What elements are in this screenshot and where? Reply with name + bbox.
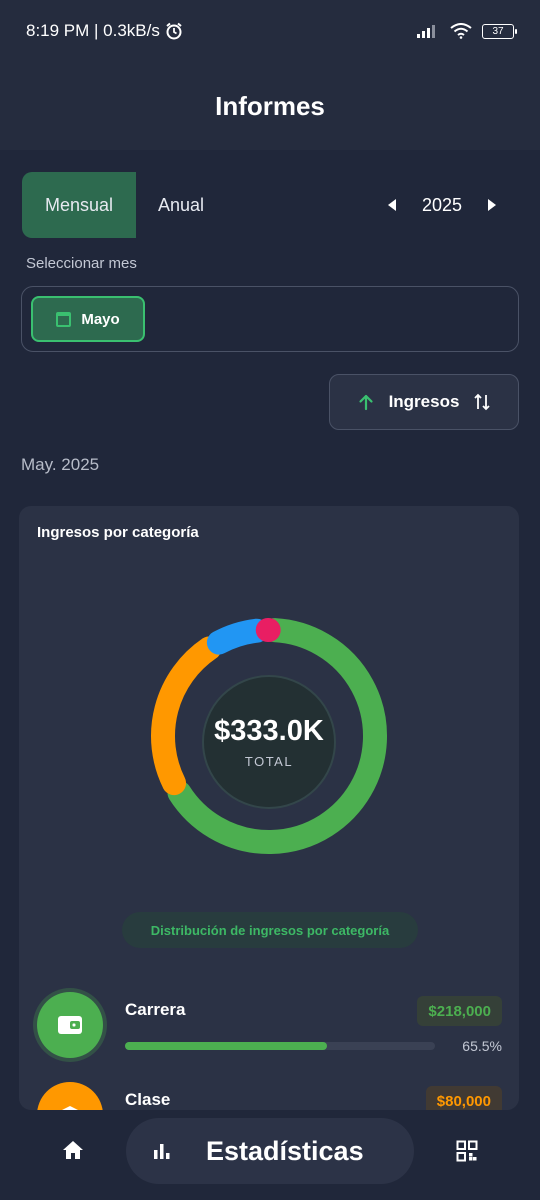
tab-annual[interactable]: Anual: [136, 172, 226, 238]
status-bar: 8:19 PM | 0.3kB/s 37: [0, 0, 540, 62]
nav-statistics[interactable]: Estadísticas: [126, 1118, 414, 1184]
category-name: Carrera: [125, 1000, 186, 1019]
donut-segment: [206, 618, 269, 655]
month-selector: Mayo: [21, 286, 519, 352]
month-chip-label: Mayo: [81, 310, 120, 328]
wifi-icon: [450, 23, 472, 39]
period-segment: Mensual Anual: [22, 172, 226, 238]
distribution-label: Distribución de ingresos por categoría: [122, 912, 418, 948]
month-select-label: Seleccionar mes: [26, 255, 137, 272]
tab-annual-label: Anual: [158, 194, 205, 215]
category-amount: $80,000: [425, 1086, 502, 1110]
calendar-icon: [56, 311, 72, 327]
list-item[interactable]: Carrera $218,000 65.5%: [19, 988, 519, 1078]
wallet-icon: [37, 992, 103, 1058]
battery-icon: 37: [482, 23, 517, 39]
income-type-label: Ingresos: [388, 392, 460, 411]
income-type-button[interactable]: Ingresos: [329, 374, 519, 430]
year-value: 2025: [421, 194, 462, 215]
status-time: 8:19 PM | 0.3kB/s: [26, 21, 160, 40]
total-label: TOTAL: [244, 754, 294, 769]
battery-level: 37: [492, 25, 504, 37]
swap-vertical-icon: [474, 393, 491, 411]
category-name: Clase: [125, 1090, 171, 1109]
status-left: 8:19 PM | 0.3kB/s: [26, 21, 184, 41]
previous-year-icon[interactable]: [387, 199, 396, 211]
app-header: Informes: [0, 62, 540, 150]
alarm-icon: [166, 22, 182, 40]
year-navigator: 2025: [387, 186, 496, 224]
grid-icon[interactable]: [456, 1140, 478, 1162]
tab-monthly[interactable]: Mensual: [22, 172, 136, 238]
total-value: $333.0K: [214, 715, 324, 747]
list-item[interactable]: Clase $80,000: [19, 1080, 519, 1110]
total-badge: $333.0K TOTAL: [202, 675, 336, 809]
nav-statistics-label: Estadísticas: [206, 1135, 364, 1166]
graduation-cap-icon: [37, 1082, 103, 1110]
donut-segment: [151, 636, 222, 796]
arrow-up-icon: [358, 394, 373, 411]
signal-icon: [417, 25, 435, 38]
month-chip-selected[interactable]: Mayo: [31, 296, 145, 342]
category-progress-track: [125, 1042, 435, 1050]
tab-monthly-label: Mensual: [44, 194, 114, 215]
category-progress-fill: [125, 1042, 327, 1050]
category-card: Ingresos por categoría $333.0K TOTAL Dis…: [19, 506, 519, 1110]
distribution-label-text: Distribución de ingresos por categoría: [150, 922, 390, 938]
category-percent: 65.5%: [462, 1038, 502, 1054]
bottom-nav: Estadísticas: [0, 1110, 540, 1200]
status-right: 37: [416, 23, 517, 39]
period-label: May. 2025: [21, 455, 100, 474]
category-amount: $218,000: [417, 996, 502, 1026]
next-year-icon[interactable]: [488, 199, 496, 211]
page-title: Informes: [215, 90, 325, 121]
bar-chart-icon: [154, 1144, 170, 1159]
home-icon[interactable]: [62, 1140, 84, 1160]
